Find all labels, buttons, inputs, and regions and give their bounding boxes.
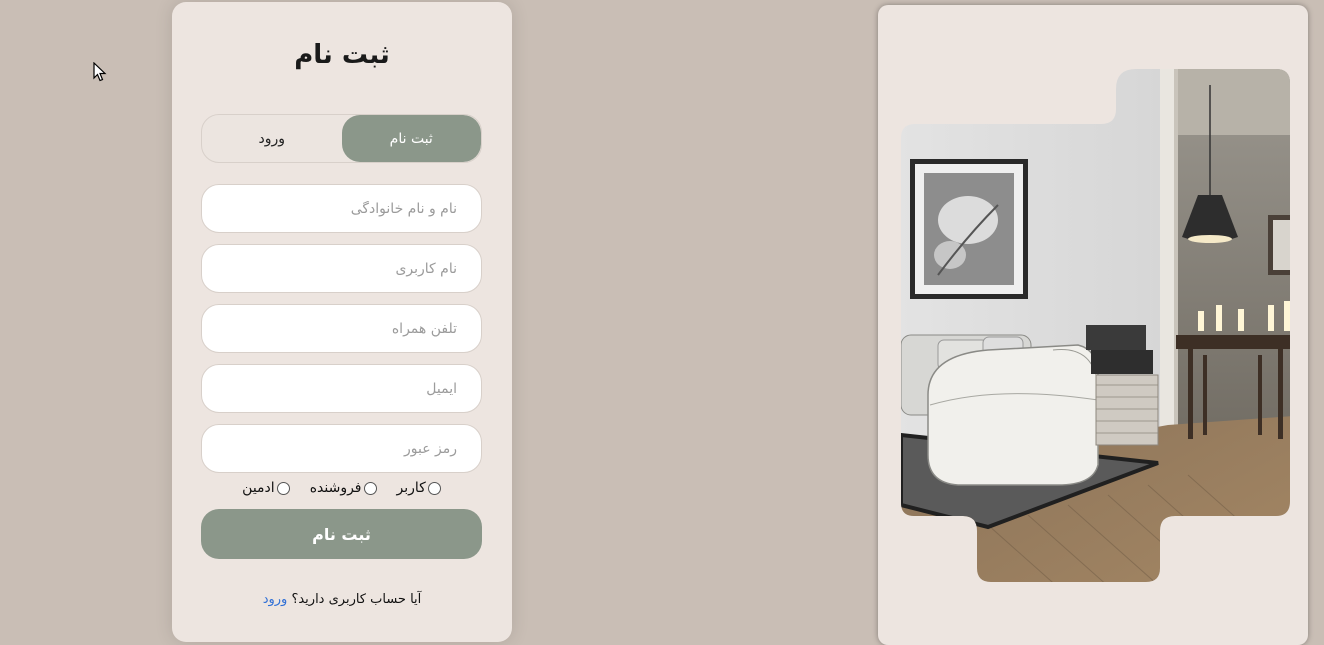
email-input[interactable]: [201, 364, 482, 413]
role-option-admin[interactable]: ادمین: [242, 478, 290, 498]
role-option-seller[interactable]: فروشنده: [310, 478, 377, 498]
living-room-interior-image: [901, 69, 1290, 582]
tab-signup[interactable]: ثبت نام: [341, 115, 481, 162]
mouse-pointer-icon: [93, 62, 107, 82]
role-label-admin: ادمین: [242, 480, 275, 496]
tab-login[interactable]: ورود: [202, 115, 342, 162]
password-input[interactable]: [201, 424, 482, 473]
signup-submit-button[interactable]: ثبت نام: [201, 509, 482, 559]
login-link[interactable]: ورود: [263, 592, 288, 607]
auth-toggle: ثبت نام ورود: [201, 114, 482, 163]
role-label-seller: فروشنده: [309, 480, 362, 496]
role-option-user[interactable]: کاربر: [397, 478, 441, 498]
role-selector: کاربر فروشنده ادمین: [201, 478, 482, 498]
login-prompt: آیا حساب کاربری دارید؟ ورود: [172, 592, 512, 607]
username-input[interactable]: [201, 244, 482, 293]
login-prompt-text: آیا حساب کاربری دارید؟: [291, 592, 422, 607]
role-label-user: کاربر: [396, 480, 426, 496]
page-title: ثبت نام: [294, 40, 390, 70]
signup-card: ثبت نام ثبت نام ورود کاربر فروشنده ادمین…: [172, 2, 512, 642]
phone-input[interactable]: [201, 304, 482, 353]
radio-user[interactable]: [427, 481, 441, 495]
image-card: [878, 5, 1308, 645]
full-name-input[interactable]: [201, 184, 482, 233]
radio-seller[interactable]: [363, 481, 377, 495]
radio-admin[interactable]: [276, 481, 290, 495]
